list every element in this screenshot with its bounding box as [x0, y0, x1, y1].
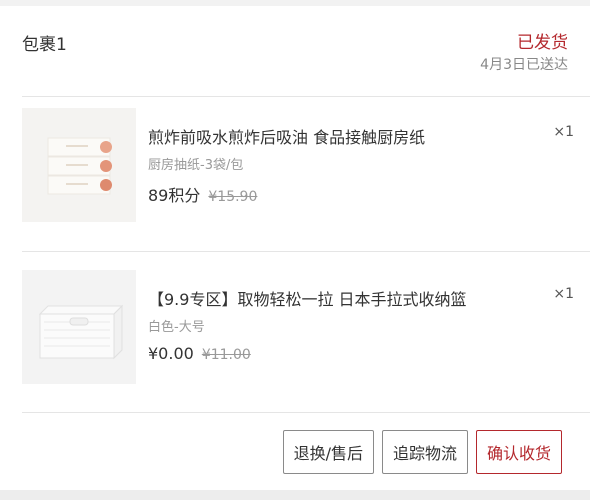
divider	[22, 412, 590, 413]
product-price-row: ¥0.00 ¥11.00	[148, 344, 251, 363]
product-spec: 白色-大号	[148, 320, 205, 335]
product-item[interactable]: 煎炸前吸水煎炸后吸油 食品接触厨房纸 厨房抽纸-3袋/包 89积分 ¥15.90 …	[0, 90, 590, 250]
track-logistics-button[interactable]: 追踪物流	[381, 430, 468, 474]
product-price-row: 89积分 ¥15.90	[148, 182, 257, 206]
product-quantity: ×1	[553, 286, 574, 302]
order-actions: 退换/售后 追踪物流 确认收货	[282, 430, 562, 474]
return-service-button[interactable]: 退换/售后	[282, 430, 374, 474]
delivery-note: 4月3日已送达	[480, 57, 568, 73]
product-original-price: ¥15.90	[208, 189, 258, 205]
product-item[interactable]: 【9.9专区】取物轻松一拉 日本手拉式收纳篮 白色-大号 ¥0.00 ¥11.00…	[0, 252, 590, 412]
product-price: 89积分	[148, 186, 201, 205]
product-spec: 厨房抽纸-3袋/包	[148, 158, 244, 173]
product-name[interactable]: 【9.9专区】取物轻松一拉 日本手拉式收纳篮	[148, 286, 467, 310]
product-price: ¥0.00	[148, 344, 194, 363]
package-status: 已发货	[517, 33, 568, 53]
package-card: 包裹1 已发货 4月3日已送达 煎炸前吸水煎炸后吸油 食品接触厨房纸 厨房抽纸-…	[0, 6, 590, 490]
confirm-receipt-button[interactable]: 确认收货	[475, 430, 562, 474]
package-header: 包裹1 已发货 4月3日已送达	[0, 6, 590, 96]
product-original-price: ¥11.00	[201, 347, 251, 363]
storage-basket-thumbnail[interactable]	[22, 270, 136, 384]
kitchen-paper-thumbnail[interactable]	[22, 108, 136, 222]
product-quantity: ×1	[553, 124, 574, 140]
product-name[interactable]: 煎炸前吸水煎炸后吸油 食品接触厨房纸	[148, 124, 425, 148]
package-title: 包裹1	[22, 35, 67, 55]
page-bottom-strip	[0, 490, 590, 500]
